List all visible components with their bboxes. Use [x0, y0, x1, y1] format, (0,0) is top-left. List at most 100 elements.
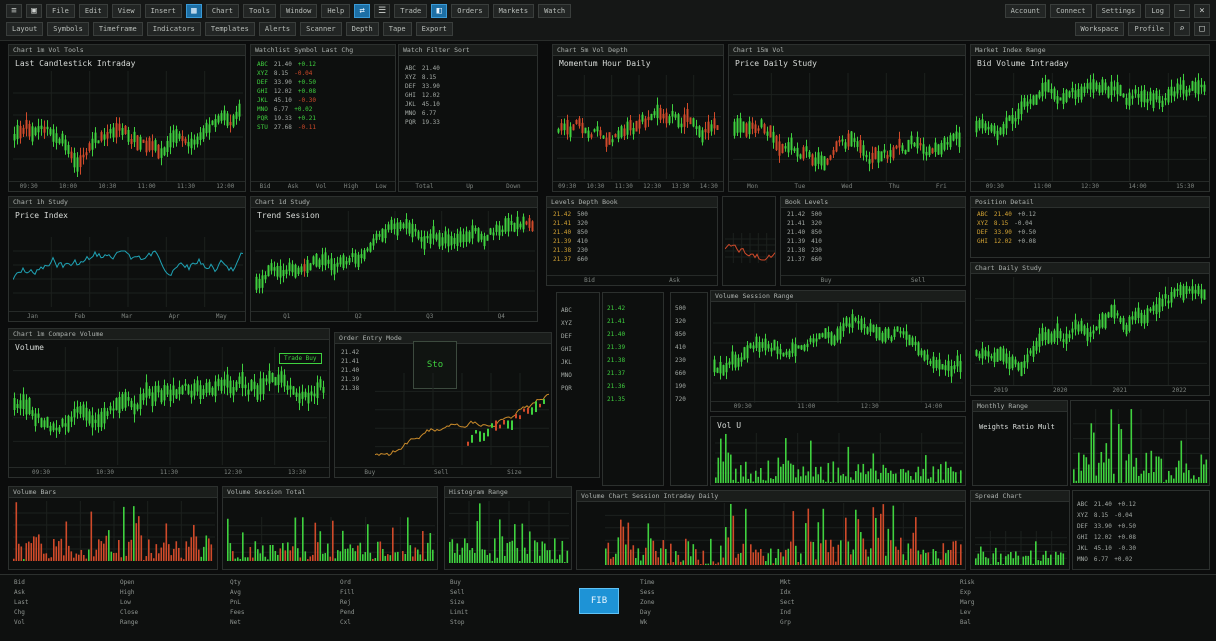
list-item[interactable]: 21.38230: [787, 247, 822, 254]
chart-icon[interactable]: ▦: [186, 4, 202, 18]
list-item[interactable]: DEF33.90: [405, 83, 440, 90]
btn-log[interactable]: Log: [1145, 4, 1170, 18]
watchlist-panel[interactable]: Watchlist Symbol Last Chg ABC21.40+0.12 …: [250, 44, 396, 192]
list-item[interactable]: 230: [675, 357, 686, 364]
volume-bars[interactable]: [715, 433, 963, 483]
list-item[interactable]: DEF33.90+0.50: [257, 79, 316, 86]
panel-tab[interactable]: Book: [785, 198, 801, 206]
panel-tab[interactable]: Chart: [557, 46, 577, 54]
list-item[interactable]: ABC21.40: [405, 65, 440, 72]
list-item[interactable]: 21.38230: [553, 247, 588, 254]
panel-tab[interactable]: Histogram: [449, 488, 484, 496]
panel-tab[interactable]: Sort: [454, 46, 470, 54]
panel-tab[interactable]: Chart: [1002, 492, 1022, 500]
volume-bars[interactable]: [227, 517, 435, 561]
panel-tab[interactable]: 1h: [37, 198, 45, 206]
menu-tools[interactable]: Tools: [243, 4, 276, 18]
panel-tab[interactable]: Depth: [608, 46, 628, 54]
volume-panel-1[interactable]: Volume Bars: [8, 486, 218, 570]
btn-scanner[interactable]: Scanner: [300, 22, 342, 36]
list-item[interactable]: 21.40850: [787, 229, 822, 236]
side-list-panel[interactable]: ABC XYZ DEF GHI JKL MNO PQR: [556, 292, 600, 478]
list-item[interactable]: JKL45.10-0.30: [257, 97, 316, 104]
panel-tab[interactable]: Entry: [363, 334, 383, 342]
list-item[interactable]: 21.38: [607, 357, 625, 364]
panel-tab[interactable]: Volume: [13, 488, 36, 496]
list-item[interactable]: GHI12.02+0.08: [977, 238, 1036, 245]
close-icon[interactable]: ×: [1194, 4, 1210, 18]
panel-tab[interactable]: Range: [488, 488, 508, 496]
menu-markets[interactable]: Markets: [493, 4, 535, 18]
btn-settings[interactable]: Settings: [1096, 4, 1142, 18]
list-item[interactable]: DEF: [561, 333, 572, 340]
markets-icon[interactable]: ◧: [431, 4, 447, 18]
panel-tab[interactable]: Total: [286, 488, 306, 496]
list-item[interactable]: 21.35: [607, 396, 625, 403]
orders-icon[interactable]: ☰: [374, 4, 390, 18]
list-item[interactable]: XYZ8.15: [405, 74, 440, 81]
list-item[interactable]: 21.42: [341, 349, 359, 356]
panel-tab[interactable]: Session: [742, 292, 769, 300]
chart-panel-center[interactable]: Volume Session Range 09:30 11:00 12:30 1…: [710, 290, 966, 412]
btn-timeframe[interactable]: Timeframe: [93, 22, 143, 36]
panel-tab[interactable]: Watchlist: [255, 46, 290, 54]
panel-tab[interactable]: 1m: [37, 46, 45, 54]
panel-tab[interactable]: Book: [602, 198, 618, 206]
btn-connect[interactable]: Connect: [1050, 4, 1092, 18]
volume-panel-5[interactable]: Spread Chart: [970, 490, 1070, 570]
list-item[interactable]: 410: [675, 344, 686, 351]
menu-edit[interactable]: Edit: [79, 4, 108, 18]
list-item[interactable]: 21.41: [607, 318, 625, 325]
list-item[interactable]: 21.42: [607, 305, 625, 312]
list-item[interactable]: 660: [675, 370, 686, 377]
mini-chart-panel[interactable]: [722, 196, 776, 286]
panel-tab[interactable]: Last: [322, 46, 338, 54]
list-item[interactable]: 21.37: [607, 370, 625, 377]
list-item[interactable]: MNO6.77+0.02: [257, 106, 316, 113]
list-item[interactable]: 21.38: [341, 385, 359, 392]
search-icon[interactable]: ⌕: [1174, 22, 1190, 36]
panel-tab[interactable]: Daily: [999, 264, 1019, 272]
menu-trade[interactable]: Trade: [394, 4, 427, 18]
list-item[interactable]: MNO6.77: [405, 110, 440, 117]
list-item[interactable]: STU27.68-0.11: [257, 124, 316, 131]
btn-account[interactable]: Account: [1005, 4, 1047, 18]
list-item[interactable]: 21.39410: [787, 238, 822, 245]
panel-tab[interactable]: Chart: [608, 492, 628, 500]
panel-tab[interactable]: Position: [975, 198, 1006, 206]
panel-tab[interactable]: Session: [632, 492, 659, 500]
list-item[interactable]: ABC21.40+0.12: [257, 61, 316, 68]
line-plot[interactable]: [725, 233, 775, 263]
chart-panel-intraday[interactable]: Chart 1m Vol Tools Last Candlestick Intr…: [8, 44, 246, 192]
list-item[interactable]: 21.41320: [553, 220, 588, 227]
btn-indicators[interactable]: Indicators: [147, 22, 201, 36]
volume-panel-3[interactable]: Histogram Range: [444, 486, 572, 570]
list-item[interactable]: 320: [675, 318, 686, 325]
list-item[interactable]: ABC21.40+0.12: [1077, 501, 1136, 508]
panel-tab[interactable]: Chart: [13, 330, 33, 338]
candlestick-plot[interactable]: [557, 75, 721, 179]
chart-panel-bid-volume[interactable]: Market Index Range Bid Volume Intraday 0…: [970, 44, 1210, 192]
panel-tab[interactable]: Volume: [581, 492, 604, 500]
btn-depth[interactable]: Depth: [346, 22, 379, 36]
candlestick-plot[interactable]: [975, 277, 1207, 385]
levels-panel[interactable]: Levels Depth Book 21.42500 21.41320 21.4…: [546, 196, 718, 286]
list-item[interactable]: GHI12.02: [405, 92, 440, 99]
list-item[interactable]: 21.37660: [787, 256, 822, 263]
list-item[interactable]: 21.36: [607, 383, 625, 390]
menu-watch[interactable]: Watch: [538, 4, 571, 18]
panel-tab[interactable]: Chart: [733, 46, 753, 54]
panel-tab[interactable]: Volume: [715, 292, 738, 300]
list-item[interactable]: XYZ8.15-0.04: [257, 70, 316, 77]
list-item[interactable]: PQR: [561, 385, 572, 392]
chart-panel-daily[interactable]: Chart 15m Vol Price Daily Study Mon Tue …: [728, 44, 966, 192]
btn-alerts[interactable]: Alerts: [259, 22, 296, 36]
volume-bars[interactable]: [449, 501, 569, 563]
panel-tab[interactable]: Tools: [64, 46, 84, 54]
list-item[interactable]: 21.40: [607, 331, 625, 338]
panel-tab[interactable]: Depth: [578, 198, 598, 206]
btn-symbols[interactable]: Symbols: [47, 22, 89, 36]
menu-view[interactable]: View: [112, 4, 141, 18]
panel-tab[interactable]: 15m: [757, 46, 769, 54]
panel-tab[interactable]: Study: [290, 198, 310, 206]
